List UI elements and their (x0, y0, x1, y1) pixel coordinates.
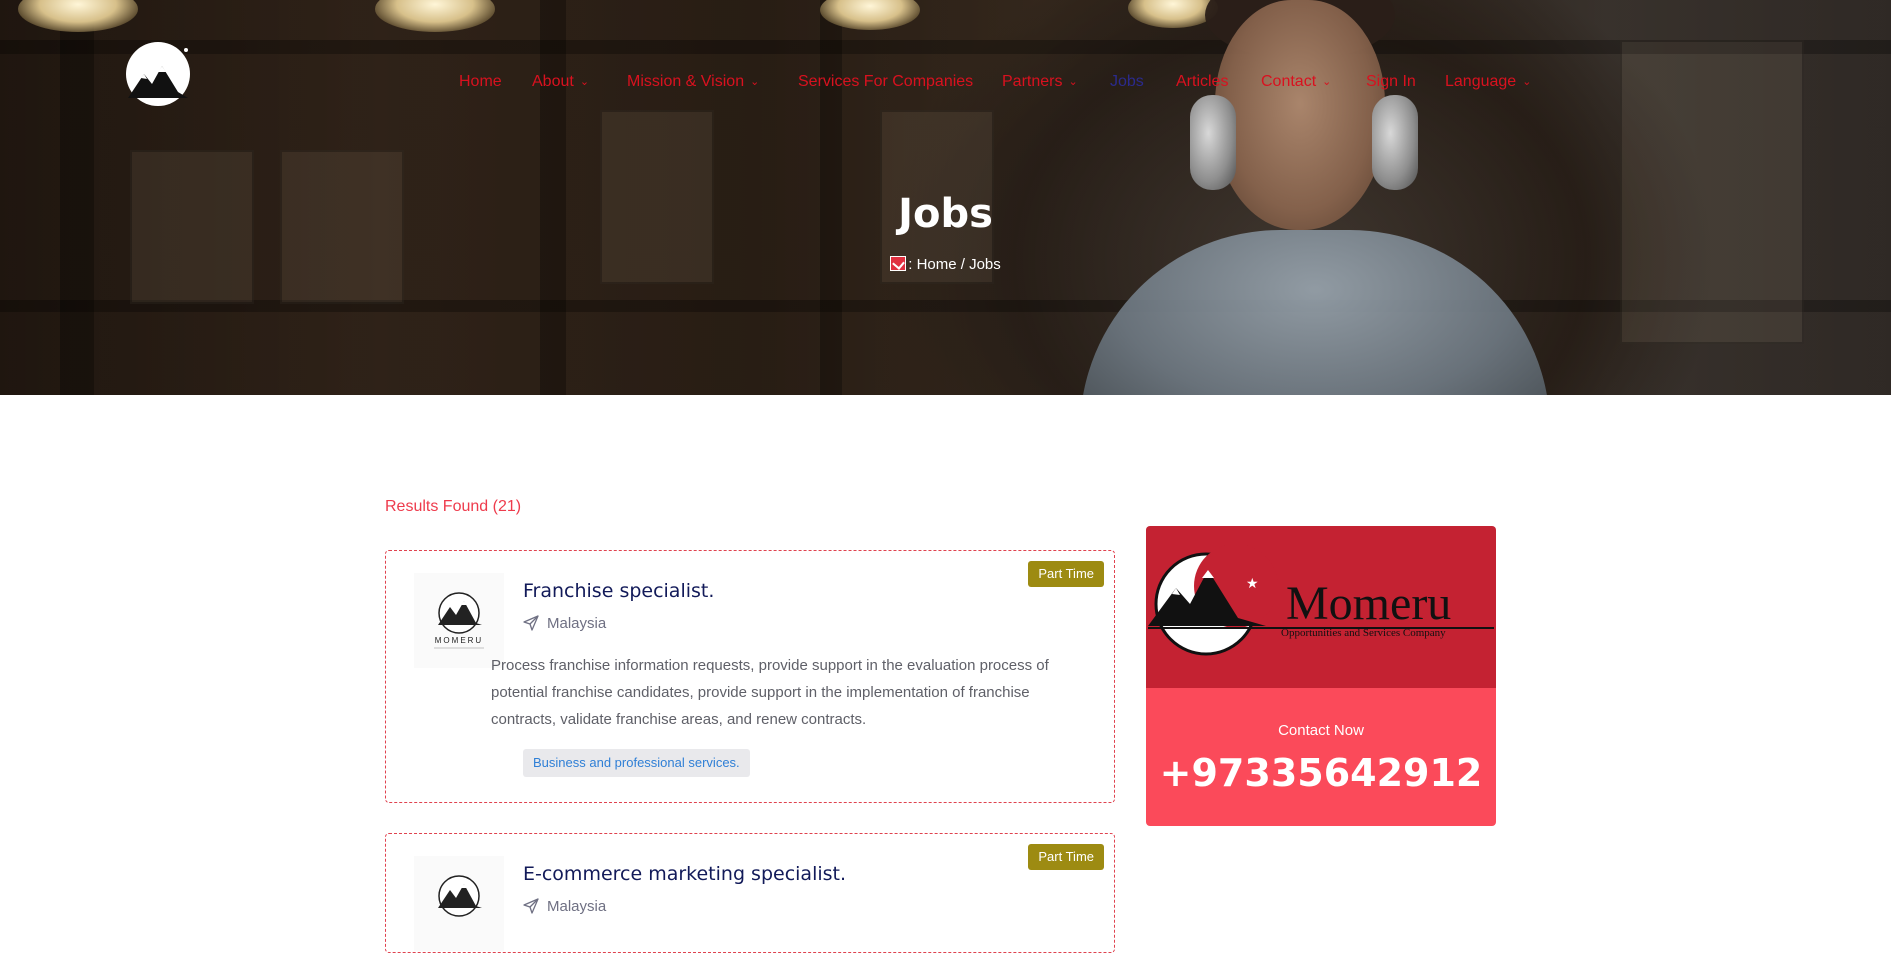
nav-item-articles[interactable]: Articles (1176, 72, 1228, 92)
brand-name: Momeru (1286, 577, 1452, 630)
home-icon (890, 256, 907, 271)
nav-item-mission-vision[interactable]: Mission & Vision ⌄ (627, 72, 759, 93)
results-count: Results Found (21) (385, 498, 522, 515)
job-category-tag[interactable]: Business and professional services. (523, 749, 750, 777)
paper-plane-icon (523, 615, 539, 631)
job-description: Process franchise information requests, … (491, 657, 1049, 728)
breadcrumb: : Home / Jobs (0, 255, 1891, 275)
nav-item-services-for-companies[interactable]: Services For Companies (798, 72, 973, 92)
job-title-link[interactable]: E-commerce marketing specialist. (523, 862, 846, 886)
brand-tagline: Opportunities and Services Company (1281, 627, 1446, 639)
nav-item-sign-in[interactable]: Sign In (1366, 72, 1416, 92)
nav-item-label: Language (1445, 73, 1517, 90)
contact-now-label: Contact Now (1278, 722, 1364, 739)
chevron-down-icon: ⌄ (1322, 76, 1332, 88)
job-card[interactable]: MOMERU Franchise specialist. Malaysia Pr… (385, 550, 1115, 803)
chevron-down-icon: ⌄ (750, 76, 760, 88)
paper-plane-icon (523, 898, 539, 914)
job-type-badge: Part Time (1028, 561, 1104, 587)
contact-widget: ★ Momeru Opportunities and Services Comp… (1146, 526, 1496, 826)
nav-item-label: Jobs (1110, 73, 1144, 90)
nav-item-contact[interactable]: Contact ⌄ (1261, 72, 1331, 93)
company-logo (414, 856, 504, 951)
chevron-down-icon: ⌄ (1068, 76, 1078, 88)
job-location: Malaysia (523, 897, 606, 917)
breadcrumb-separator: : (908, 256, 913, 273)
nav-item-label: Contact (1261, 73, 1317, 90)
breadcrumb-home-link[interactable]: Home (917, 256, 957, 273)
main-nav: Home About ⌄ Mission & Vision ⌄ Services F… (0, 72, 1891, 96)
job-title-link[interactable]: Franchise specialist. (523, 579, 714, 603)
svg-text:★: ★ (1246, 576, 1259, 592)
job-card[interactable]: E-commerce marketing specialist. Malaysi… (385, 833, 1115, 953)
nav-item-jobs[interactable]: Jobs (1110, 72, 1144, 92)
nav-item-home[interactable]: Home (459, 72, 502, 92)
nav-item-label: Home (459, 73, 502, 90)
nav-item-language[interactable]: Language ⌄ (1445, 72, 1531, 93)
svg-text:MOMERU: MOMERU (435, 636, 483, 645)
chevron-down-icon: ⌄ (1522, 76, 1532, 88)
job-location-text: Malaysia (547, 898, 607, 915)
chevron-down-icon: ⌄ (579, 76, 590, 88)
job-location-text: Malaysia (547, 615, 607, 632)
nav-item-label: About (532, 73, 574, 90)
nav-item-label: Services For Companies (798, 73, 974, 90)
breadcrumb-current: Jobs (969, 256, 1001, 273)
job-location: Malaysia (523, 614, 606, 634)
nav-item-label: Mission & Vision (627, 73, 745, 90)
nav-item-label: Articles (1176, 73, 1229, 90)
job-type-badge: Part Time (1028, 844, 1104, 870)
breadcrumb-separator: / (960, 256, 965, 273)
nav-item-label: Sign In (1366, 73, 1416, 90)
nav-item-about[interactable]: About ⌄ (532, 72, 589, 93)
company-banner: ★ Momeru Opportunities and Services Comp… (1146, 526, 1496, 688)
page-title: Jobs (898, 191, 993, 237)
nav-item-label: Partners (1002, 73, 1063, 90)
nav-item-partners[interactable]: Partners ⌄ (1002, 72, 1078, 93)
contact-phone-link[interactable]: +97335642912 (1146, 748, 1496, 798)
